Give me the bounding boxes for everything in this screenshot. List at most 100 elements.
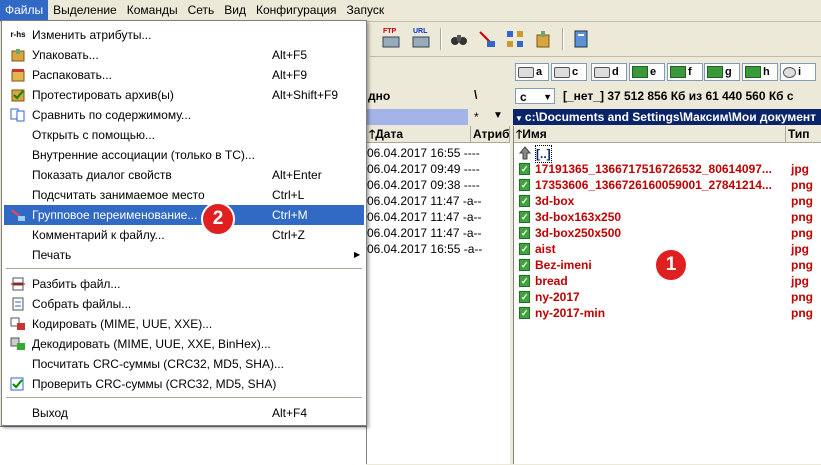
url-connect-button[interactable]: URL [410,28,432,50]
menu-view[interactable]: Вид [219,0,251,21]
notepad-button[interactable] [570,28,592,50]
list-item[interactable]: 17353606_1366726160059001_27841214...png [519,177,819,193]
find-files-button[interactable] [448,28,470,50]
menu-item-internal-associations[interactable]: Внутренние ассоциации (только в TC)... [4,145,364,165]
menu-item-exit[interactable]: Выход Alt+F4 [4,403,364,423]
hdd-icon [594,66,610,78]
menu-item-calculate-space[interactable]: Подсчитать занимаемое место Ctrl+L [4,185,364,205]
list-item[interactable]: 3d-box163x250png [519,209,819,225]
table-row[interactable]: 06.04.2017 11:47 -a-- [367,225,482,241]
list-item[interactable]: 3d-box250x500png [519,225,819,241]
right-drive-info: [_нет_] 37 512 856 Кб из 61 440 560 Кб с [563,89,794,103]
menu-item-combine-files[interactable]: Собрать файлы... [4,294,364,314]
annotation-badge-1: 1 [654,248,688,282]
file-icon [519,305,530,321]
list-item[interactable]: ny-2017-minpng [519,305,819,321]
file-icon [519,193,530,209]
menu-item-change-attributes[interactable]: r-hs Изменить атрибуты... [4,25,364,45]
menu-item-file-comment[interactable]: Комментарий к файлу... Ctrl+Z [4,225,364,245]
list-item[interactable]: 17191365_1366717516726532_80614097...jpg [519,161,819,177]
menu-start[interactable]: Запуск [342,0,390,21]
removable-drive-icon [707,66,723,78]
column-header-type[interactable]: Тип [786,126,821,143]
menu-item-multi-rename[interactable]: Групповое переименование... Ctrl+M [4,205,364,225]
compare-icon [10,108,26,122]
menu-item-open-with[interactable]: Открыть с помощью... [4,125,364,145]
table-row[interactable]: 06.04.2017 11:47 -a-- [367,209,482,225]
table-row[interactable]: 06.04.2017 16:55 -a-- [367,241,482,257]
table-row[interactable]: 06.04.2017 11:47 -a-- [367,193,482,209]
file-icon [519,257,530,273]
ftp-connect-button[interactable]: FTP [380,28,402,50]
file-icon [519,209,530,225]
drive-button-d[interactable]: d [591,63,627,81]
combine-icon [10,297,26,311]
right-path-bar[interactable]: ▼ c:\Documents and Settings\Максим\Мои до… [513,109,821,125]
menu-configuration[interactable]: Конфигурация [251,0,342,21]
file-icon [519,225,530,241]
removable-drive-icon [632,66,648,78]
left-file-panel[interactable]: 🡑Дата Атриб 06.04.2017 16:55 ---- 06.04.… [366,126,510,464]
menu-net[interactable]: Сеть [183,0,220,21]
verify-icon [10,377,26,391]
submenu-arrow-icon: ▶ [354,250,361,259]
chevron-down-icon: ▼ [543,92,552,102]
chevron-down-icon: ▼ [515,114,523,123]
file-icon [519,161,530,177]
pack-icon [10,48,26,62]
drive-button-a[interactable]: a [515,63,549,81]
binoculars-icon [451,35,467,45]
menu-item-properties[interactable]: Показать диалог свойств Alt+Enter [4,165,364,185]
drive-button-g[interactable]: g [704,63,740,81]
menu-item-pack[interactable]: Упаковать... Alt+F5 [4,45,364,65]
drive-button-h[interactable]: h [742,63,778,81]
column-header-attr[interactable]: Атриб [471,126,510,143]
left-path-bar[interactable] [366,109,468,125]
menu-files[interactable]: Файлы [0,0,49,21]
menu-item-encode[interactable]: Кодировать (MIME, UUE, XXE)... [4,314,364,334]
drive-letter: i [798,66,802,78]
toolbar-separator [440,28,442,50]
history-dropdown-button[interactable]: ▼ [493,110,503,121]
menu-item-test-archive[interactable]: Протестировать архив(ы) Alt+Shift+F9 [4,85,364,105]
toolbar-separator [562,28,564,50]
menu-item-decode[interactable]: Декодировать (MIME, UUE, XXE, BinHex)... [4,334,364,354]
history-star-button[interactable]: * [474,110,479,124]
right-drive-select[interactable]: c ▼ [515,88,555,104]
drive-letter: a [536,66,543,78]
table-row[interactable]: 06.04.2017 16:55 ---- [367,145,480,161]
table-row[interactable]: 06.04.2017 09:49 ---- [367,161,480,177]
right-file-panel[interactable]: 🡑Имя Тип [..] 17191365_1366717516726532_… [513,126,821,464]
rename-icon [10,208,26,222]
menu-item-unpack[interactable]: Распаковать... Alt+F9 [4,65,364,85]
root-dir-button[interactable]: \ [474,88,477,102]
table-row[interactable]: 06.04.2017 09:38 ---- [367,177,480,193]
list-item-parent[interactable]: [..] [519,145,819,163]
menu-selection[interactable]: Выделение [48,0,122,21]
multi-rename-button[interactable] [476,28,498,50]
drive-button-f[interactable]: f [667,63,703,81]
removable-drive-icon [745,66,761,78]
list-item[interactable]: ny-2017png [519,289,819,305]
menu-commands[interactable]: Команды [122,0,183,21]
list-item[interactable]: 3d-boxpng [519,193,819,209]
menu-item-verify-crc[interactable]: Проверить CRC-суммы (CRC32, MD5, SHA) [4,374,364,394]
pack-button[interactable] [532,28,554,50]
drive-letter: d [612,66,619,78]
file-icon [519,241,530,257]
network-drive-icon [783,66,796,78]
column-header-date[interactable]: 🡑Дата [367,126,471,143]
menu-separator [6,268,362,269]
sync-dirs-button[interactable] [504,28,526,50]
menu-item-split-file[interactable]: Разбить файл... [4,274,364,294]
menu-item-calc-crc[interactable]: Посчитать CRC-суммы (CRC32, MD5, SHA)... [4,354,364,374]
drive-button-i[interactable]: i [780,63,816,81]
column-header-name[interactable]: 🡑Имя [514,126,786,143]
menu-item-compare-content[interactable]: Сравнить по содержимому... [4,105,364,125]
drive-button-e[interactable]: e [629,63,665,81]
menu-item-print[interactable]: Печать ▶ [4,245,364,265]
ftp-label: FTP [383,28,397,35]
drive-button-c[interactable]: c [551,63,587,81]
url-label: URL [413,28,428,35]
drive-letter: f [688,66,692,78]
